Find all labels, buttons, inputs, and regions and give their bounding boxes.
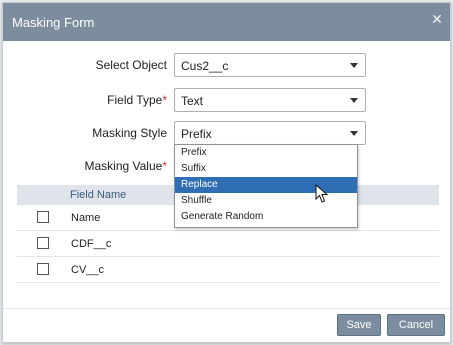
field-type-value: Text — [181, 94, 204, 108]
row-checkbox[interactable] — [37, 237, 49, 249]
select-object-value: Cus2__c — [181, 59, 229, 73]
cancel-button[interactable]: Cancel — [387, 314, 445, 336]
option-shuffle[interactable]: Shuffle — [175, 193, 357, 209]
close-icon[interactable]: ✕ — [430, 11, 444, 27]
required-asterisk: * — [162, 159, 167, 173]
mouse-pointer-icon — [315, 184, 329, 203]
select-object-dropdown[interactable]: Cus2__c — [174, 53, 366, 77]
option-generate-random[interactable]: Generate Random — [175, 209, 357, 225]
field-name-cell: CV__c — [71, 264, 105, 276]
table-row: CV__c — [17, 257, 439, 283]
save-button[interactable]: Save — [337, 314, 381, 336]
required-asterisk: * — [162, 93, 167, 107]
field-type-label: Field Type* — [107, 93, 167, 107]
chevron-down-icon — [350, 98, 358, 103]
option-prefix[interactable]: Prefix — [175, 145, 357, 161]
row-checkbox[interactable] — [37, 211, 49, 223]
field-name-cell: CDF__c — [71, 238, 112, 250]
select-object-label: Select Object — [95, 58, 167, 72]
dialog-footer: Save Cancel — [3, 308, 450, 342]
dialog-header: Masking Form ✕ — [3, 3, 450, 41]
masking-style-options-list: Prefix Suffix Replace Shuffle Generate R… — [174, 144, 358, 228]
field-type-dropdown[interactable]: Text — [174, 88, 366, 112]
option-replace[interactable]: Replace — [175, 177, 357, 193]
option-suffix[interactable]: Suffix — [175, 161, 357, 177]
field-name-column-header: Field Name — [70, 189, 127, 201]
field-name-cell: Name — [71, 212, 101, 224]
masking-style-value: Prefix — [181, 127, 212, 141]
masking-style-dropdown[interactable]: Prefix — [174, 121, 366, 145]
chevron-down-icon — [350, 63, 358, 68]
row-checkbox[interactable] — [37, 263, 49, 275]
dialog-title: Masking Form — [12, 15, 95, 30]
masking-style-label: Masking Style — [92, 126, 167, 140]
table-row: CDF__c — [17, 231, 439, 257]
masking-value-label: Masking Value* — [84, 159, 168, 173]
masking-form-dialog: Masking Form ✕ Select Object Cus2__c Fie… — [2, 2, 451, 343]
chevron-down-icon — [350, 131, 358, 136]
